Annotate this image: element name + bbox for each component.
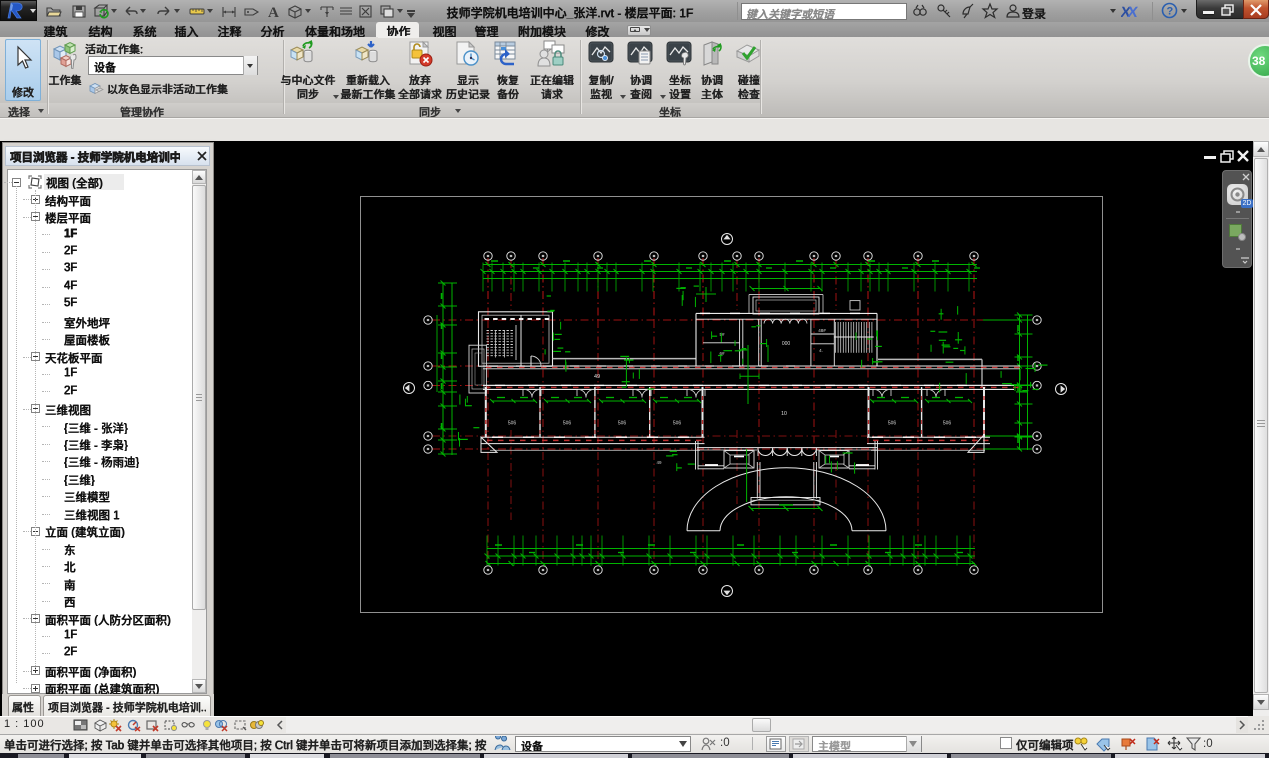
svg-text:48#: 48# [818, 328, 826, 333]
svg-text:5#6: 5#6 [508, 421, 517, 427]
svg-text:A: A [268, 5, 279, 20]
svg-text:X: X [1126, 4, 1138, 20]
svg-text:10: 10 [781, 411, 787, 417]
svg-text:4.: 4. [819, 348, 823, 353]
svg-text:?: ? [1167, 6, 1174, 18]
svg-text:49: 49 [594, 374, 600, 380]
svg-text:5#6: 5#6 [888, 421, 897, 427]
svg-text:5#6: 5#6 [563, 421, 572, 427]
svg-text:5#6: 5#6 [618, 421, 627, 427]
svg-text:5#: 5# [719, 332, 725, 337]
svg-text:5#6: 5#6 [673, 421, 682, 427]
svg-text:000: 000 [782, 341, 791, 347]
svg-text:49: 49 [656, 460, 662, 465]
svg-text:5#6: 5#6 [943, 421, 952, 427]
